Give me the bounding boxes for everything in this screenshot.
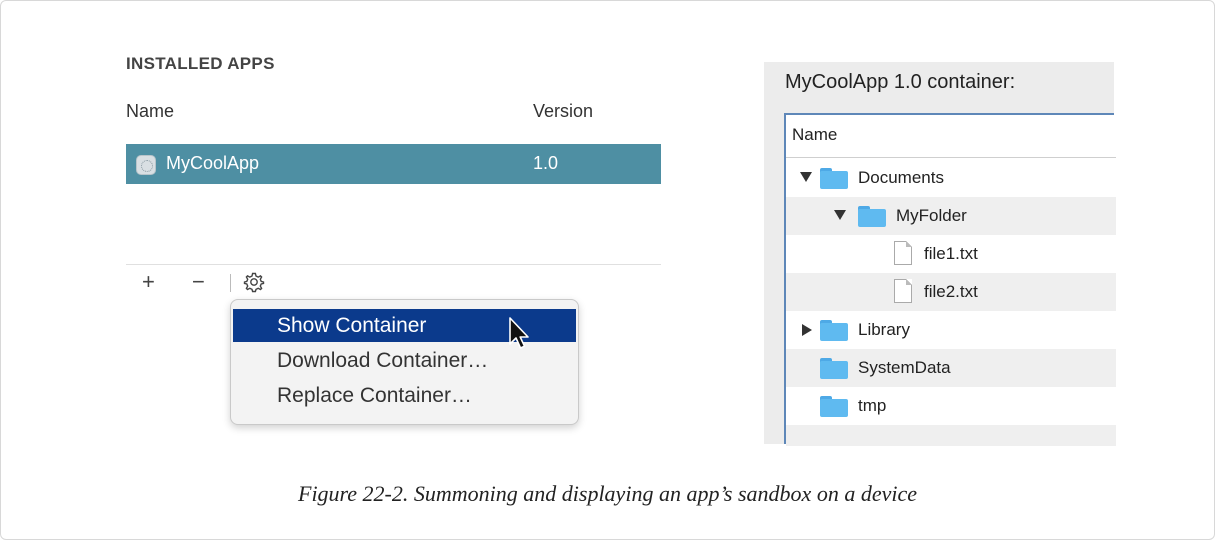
folder-icon: [820, 168, 848, 189]
app-name: MyCoolApp: [166, 153, 260, 173]
tree-item-label: Documents: [858, 168, 944, 187]
menu-item-replace-container[interactable]: Replace Container…: [233, 379, 576, 412]
remove-app-button[interactable]: −: [192, 270, 205, 294]
text-file-icon: [894, 241, 912, 265]
tree-row-file1[interactable]: file1.txt: [786, 235, 1116, 273]
mouse-pointer-icon: [509, 317, 529, 349]
column-header-name[interactable]: Name: [126, 101, 174, 122]
tree-row-library[interactable]: Library: [786, 311, 1116, 349]
tree-row-myfolder[interactable]: MyFolder: [786, 197, 1116, 235]
tree-item-label: tmp: [858, 396, 887, 415]
add-app-button[interactable]: +: [142, 270, 155, 294]
disclosure-triangle-open-icon[interactable]: [834, 210, 846, 220]
column-header-version[interactable]: Version: [533, 101, 593, 122]
disclosure-triangle-open-icon[interactable]: [800, 172, 812, 182]
tree-row-file2[interactable]: file2.txt: [786, 273, 1116, 311]
tree-row-tmp[interactable]: tmp: [786, 387, 1116, 425]
toolbar-divider: [126, 264, 661, 265]
tree-row-empty: [786, 425, 1116, 446]
folder-icon: [820, 396, 848, 417]
folder-icon: [820, 320, 848, 341]
figure-caption: Figure 22-2. Summoning and displaying an…: [298, 481, 917, 506]
folder-icon: [820, 358, 848, 379]
text-file-icon: [894, 279, 912, 303]
tree-item-label: Library: [858, 320, 910, 339]
tree-row-documents[interactable]: Documents: [786, 159, 1116, 197]
tree-item-label: SystemData: [858, 358, 951, 377]
app-row-mycoolapp[interactable]: MyCoolApp 1.0: [126, 144, 661, 184]
tree-item-label: MyFolder: [896, 206, 967, 225]
gear-icon[interactable]: [242, 270, 266, 294]
column-header-name[interactable]: Name: [792, 125, 837, 145]
app-icon: [136, 155, 156, 175]
disclosure-triangle-closed-icon[interactable]: [802, 324, 812, 336]
tree-item-label: file1.txt: [924, 244, 978, 263]
folder-icon: [858, 206, 886, 227]
container-title: MyCoolApp 1.0 container:: [785, 71, 1016, 93]
toolbar-separator: [230, 274, 231, 292]
app-version: 1.0: [533, 153, 559, 173]
header-divider: [786, 157, 1116, 158]
container-file-table: Name Documents MyFolder file1.txt file2.…: [784, 113, 1116, 446]
tree-item-label: file2.txt: [924, 282, 978, 301]
tree-row-systemdata[interactable]: SystemData: [786, 349, 1116, 387]
installed-apps-heading: INSTALLED APPS: [126, 54, 275, 73]
